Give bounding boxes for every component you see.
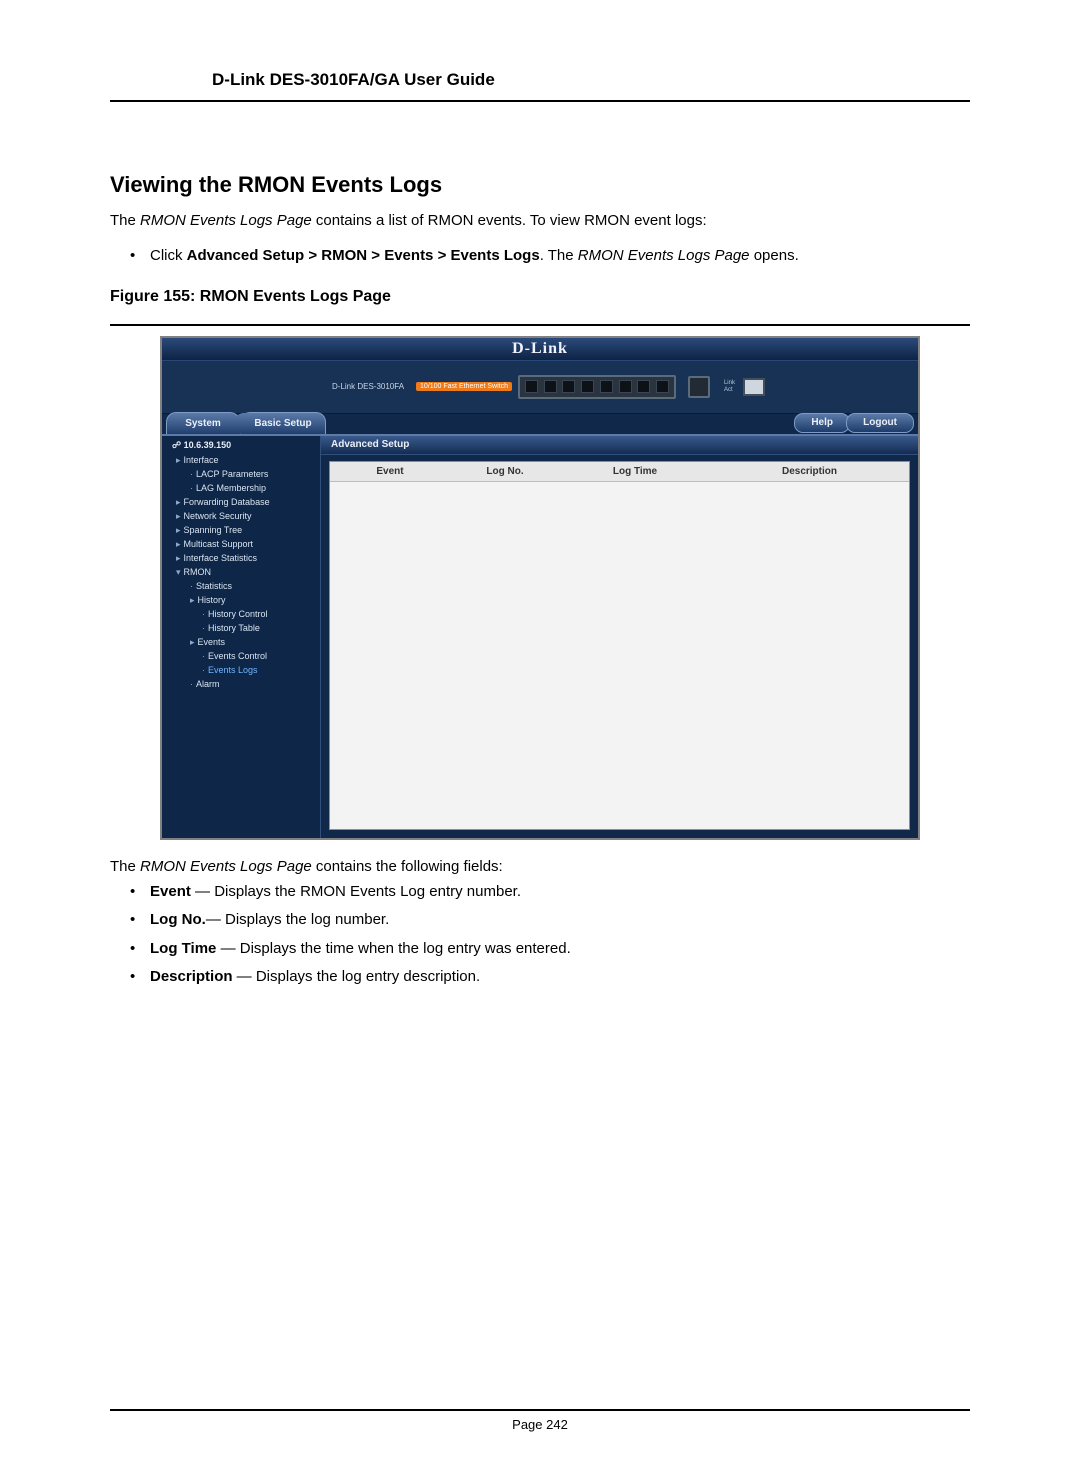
sidebar-item[interactable]: Interface — [162, 453, 320, 467]
sidebar-item[interactable]: Multicast Support — [162, 537, 320, 551]
events-logs-panel: Event Log No. Log Time Description — [329, 461, 910, 830]
sidebar-item[interactable]: Interface Statistics — [162, 551, 320, 565]
sidebar-item[interactable]: Statistics — [162, 579, 320, 593]
device-badge: 10/100 Fast Ethernet Switch — [416, 382, 512, 391]
sidebar-item[interactable]: RMON — [162, 565, 320, 579]
col-log-time: Log Time — [560, 462, 710, 481]
field-description: Log No.— Displays the log number. — [110, 909, 970, 932]
sidebar-item[interactable]: History Control — [162, 607, 320, 621]
doc-title: D-Link DES-3010FA/GA User Guide — [212, 70, 495, 89]
table-header: Event Log No. Log Time Description — [330, 462, 909, 482]
step-click-path: Click Advanced Setup > RMON > Events > E… — [110, 245, 970, 268]
intro-paragraph: The RMON Events Logs Page contains a lis… — [110, 212, 970, 229]
device-band: D-Link DES-3010FA 10/100 Fast Ethernet S… — [162, 360, 918, 414]
device-ip: ☍ 10.6.39.150 — [162, 440, 320, 451]
sidebar-item[interactable]: Events Logs — [162, 663, 320, 677]
running-header: D-Link DES-3010FA/GA User Guide — [110, 70, 970, 102]
sidebar-item[interactable]: Forwarding Database — [162, 495, 320, 509]
device-screen-icon — [743, 378, 765, 396]
device-fiber-icon — [688, 376, 710, 398]
tab-basic-setup[interactable]: Basic Setup — [240, 412, 326, 435]
sidebar-item[interactable]: Events — [162, 635, 320, 649]
device-ports-icon — [518, 375, 676, 399]
sidebar-item[interactable]: Network Security — [162, 509, 320, 523]
help-button[interactable]: Help — [794, 413, 850, 433]
figure-frame: D-Link D-Link DES-3010FA 10/100 Fast Eth… — [110, 324, 970, 840]
logout-button[interactable]: Logout — [846, 413, 914, 433]
figure-caption: Figure 155: RMON Events Logs Page — [110, 288, 970, 306]
field-description: Event — Displays the RMON Events Log ent… — [110, 881, 970, 904]
col-log-no: Log No. — [450, 462, 560, 481]
tab-row: System Basic Setup Help Logout — [162, 412, 918, 434]
section-heading: Viewing the RMON Events Logs — [110, 172, 970, 198]
sidebar-item[interactable]: LAG Membership — [162, 481, 320, 495]
col-event: Event — [330, 462, 450, 481]
sidebar-nav: ☍ 10.6.39.150 InterfaceLACP ParametersLA… — [162, 436, 321, 838]
device-leds-icon: LinkAct — [724, 380, 735, 393]
sidebar-item[interactable]: History — [162, 593, 320, 607]
brand-logo: D-Link — [512, 340, 568, 357]
sidebar-item[interactable]: Spanning Tree — [162, 523, 320, 537]
field-description: Log Time — Displays the time when the lo… — [110, 938, 970, 961]
sidebar-item[interactable]: Alarm — [162, 677, 320, 691]
dlink-admin-ui: D-Link D-Link DES-3010FA 10/100 Fast Eth… — [160, 336, 920, 840]
device-model: D-Link DES-3010FA — [332, 382, 404, 391]
field-description: Description — Displays the log entry des… — [110, 966, 970, 989]
breadcrumb: Advanced Setup — [321, 436, 918, 455]
fields-intro: The RMON Events Logs Page contains the f… — [110, 858, 970, 875]
sidebar-item[interactable]: History Table — [162, 621, 320, 635]
sidebar-item[interactable]: LACP Parameters — [162, 467, 320, 481]
page-footer: Page 242 — [110, 1409, 970, 1432]
logo-bar: D-Link — [162, 338, 918, 360]
col-description: Description — [710, 462, 909, 481]
tree-root-icon: ☍ — [172, 440, 184, 450]
sidebar-item[interactable]: Events Control — [162, 649, 320, 663]
